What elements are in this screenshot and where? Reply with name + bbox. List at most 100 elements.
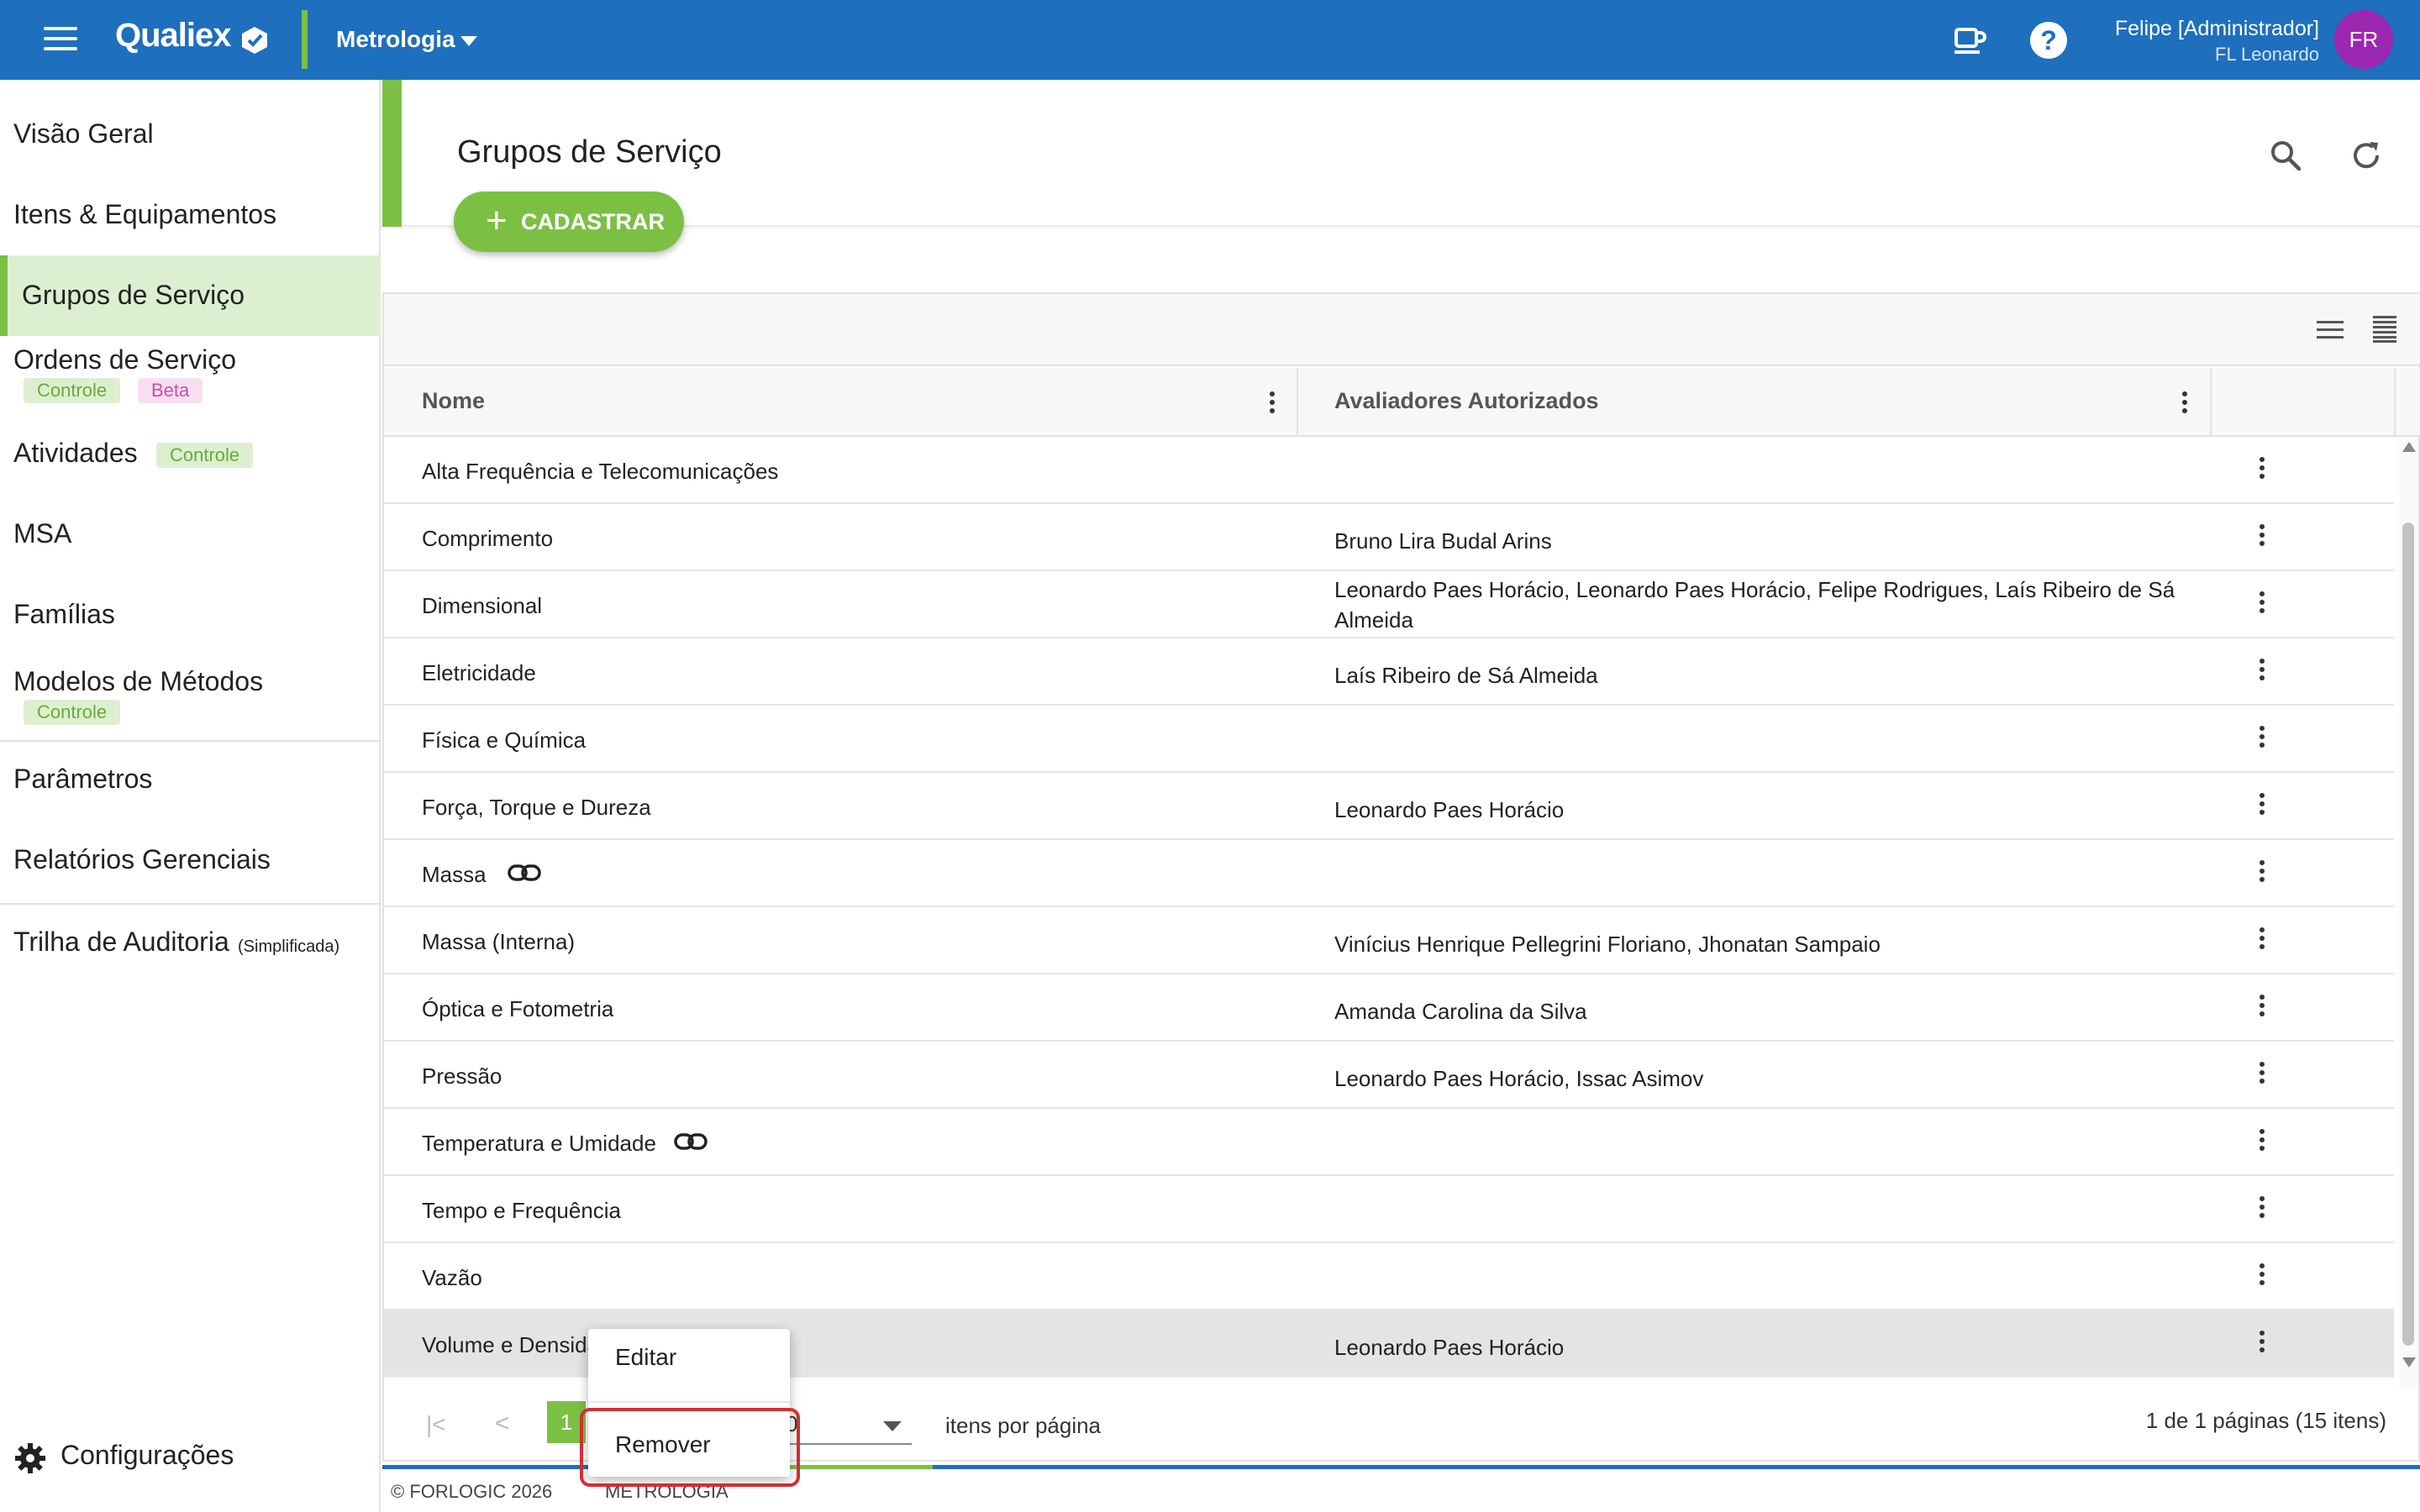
user-company[interactable]: FL Leonardo xyxy=(2215,44,2319,66)
row-actions-icon[interactable] xyxy=(2260,659,2265,684)
density-compact-icon[interactable] xyxy=(2317,319,2344,341)
link-icon[interactable] xyxy=(674,1132,708,1151)
menu-icon[interactable] xyxy=(44,27,77,52)
row-actions-icon[interactable] xyxy=(2260,1129,2265,1154)
sidebar-item-ordens-servico[interactable]: Ordens de Serviço Controle Beta xyxy=(0,336,381,417)
service-groups-grid: Nome Avaliadores Autorizados Alta Frequê… xyxy=(382,292,2420,1462)
table-row[interactable]: Eletricidade Laís Ribeiro de Sá Almeida xyxy=(384,638,2394,706)
sidebar-item-grupos-servico[interactable]: Grupos de Serviço xyxy=(0,255,381,336)
row-actions-icon[interactable] xyxy=(2260,457,2265,482)
column-menu-icon[interactable] xyxy=(2182,391,2187,417)
sidebar-item-relatorios[interactable]: Relatórios Gerenciais xyxy=(0,837,381,918)
cell-name: Volume e Densida xyxy=(422,1332,600,1357)
scroll-down-icon[interactable] xyxy=(2402,1357,2416,1368)
link-icon[interactable] xyxy=(508,864,541,882)
header-shadow xyxy=(402,225,2420,230)
user-name[interactable]: Felipe [Administrador] xyxy=(2115,17,2319,41)
logo-mark-icon xyxy=(242,27,267,54)
table-row[interactable]: Pressão Leonardo Paes Horácio, Issac Asi… xyxy=(384,1042,2394,1109)
cell-name: Pressão xyxy=(422,1063,502,1089)
column-divider[interactable] xyxy=(1297,368,1298,437)
row-actions-icon[interactable] xyxy=(2260,1331,2265,1356)
app-logo[interactable]: Qualiex xyxy=(115,17,232,55)
page-size-select[interactable]: 0 xyxy=(786,1411,912,1445)
top-bar: Qualiex Metrologia ? Felipe [Administrad… xyxy=(0,0,2420,80)
sidebar-item-label: Itens & Equipamentos xyxy=(13,199,277,229)
row-actions-icon[interactable] xyxy=(2260,726,2265,751)
cell-evaluators: Leonardo Paes Horácio xyxy=(1334,1335,1565,1360)
cell-evaluators: Vinícius Henrique Pellegrini Floriano, J… xyxy=(1334,932,1881,957)
module-selector[interactable]: Metrologia xyxy=(336,26,455,53)
sidebar-item-label: Atividades xyxy=(13,438,138,468)
cell-name: Comprimento xyxy=(422,526,554,551)
table-header: Nome Avaliadores Autorizados xyxy=(384,368,2420,437)
cell-evaluators: Laís Ribeiro de Sá Almeida xyxy=(1334,663,1598,688)
row-actions-icon[interactable] xyxy=(2260,927,2265,953)
row-actions-icon[interactable] xyxy=(2260,524,2265,549)
table-row[interactable]: Vazão xyxy=(384,1243,2394,1310)
sidebar-item-suffix: (Simplificada) xyxy=(238,937,340,956)
row-actions-icon[interactable] xyxy=(2260,1062,2265,1087)
table-row[interactable]: Temperatura e Umidade xyxy=(384,1109,2394,1176)
add-button[interactable]: + CADASTRAR xyxy=(454,192,684,252)
sidebar-item-visao-geral[interactable]: Visão Geral xyxy=(0,80,381,160)
menu-item-edit[interactable]: Editar xyxy=(615,1344,676,1371)
highlight-outline xyxy=(580,1408,800,1487)
table-body: Alta Frequência e Telecomunicações Compr… xyxy=(384,437,2394,1388)
row-actions-icon[interactable] xyxy=(2260,995,2265,1020)
sidebar-item-itens-equipamentos[interactable]: Itens & Equipamentos xyxy=(0,160,381,241)
cell-evaluators: Leonardo Paes Horácio, Issac Asimov xyxy=(1334,1066,1704,1091)
table-row[interactable]: Comprimento Bruno Lira Budal Arins xyxy=(384,504,2394,571)
search-icon[interactable] xyxy=(2269,139,2302,172)
scrollbar-thumb[interactable] xyxy=(2402,522,2414,1346)
row-actions-icon[interactable] xyxy=(2260,1263,2265,1289)
table-row[interactable]: Tempo e Frequência xyxy=(384,1176,2394,1243)
table-row[interactable]: Massa xyxy=(384,840,2394,907)
sidebar-item-atividades[interactable]: Atividades Controle xyxy=(0,431,381,512)
gear-icon xyxy=(15,1443,45,1473)
module-divider xyxy=(302,10,308,69)
cell-evaluators: Bruno Lira Budal Arins xyxy=(1334,528,1552,554)
cell-evaluators: Amanda Carolina da Silva xyxy=(1334,999,1587,1024)
table-row[interactable]: Óptica e Fotometria Amanda Carolina da S… xyxy=(384,974,2394,1042)
column-menu-icon[interactable] xyxy=(1270,391,1275,417)
sidebar-item-trilha-auditoria[interactable]: Trilha de Auditoria (Simplificada) xyxy=(0,920,381,1000)
sidebar-item-label: Visão Geral xyxy=(13,118,154,149)
coffee-cup-icon[interactable] xyxy=(1951,23,1986,58)
sidebar-item-label: Relatórios Gerenciais xyxy=(13,844,271,874)
chevron-down-icon[interactable] xyxy=(460,36,477,46)
prev-page-icon[interactable]: < xyxy=(495,1410,510,1438)
table-row[interactable]: Dimensional Leonardo Paes Horácio, Leona… xyxy=(384,571,2394,638)
sidebar-item-parametros[interactable]: Parâmetros xyxy=(0,757,381,837)
density-list-icon[interactable] xyxy=(2373,316,2396,343)
column-divider[interactable] xyxy=(2210,368,2212,437)
scroll-up-icon[interactable] xyxy=(2402,442,2416,452)
sidebar-item-modelos-metodos[interactable]: Modelos de Métodos Controle xyxy=(0,659,381,740)
table-row[interactable]: Alta Frequência e Telecomunicações xyxy=(384,437,2394,504)
refresh-icon[interactable] xyxy=(2349,139,2383,172)
chevron-down-icon xyxy=(883,1421,902,1431)
table-row[interactable]: Força, Torque e Dureza Leonardo Paes Hor… xyxy=(384,773,2394,840)
cell-name: Alta Frequência e Telecomunicações xyxy=(422,459,779,484)
cell-name: Massa xyxy=(422,862,487,887)
row-actions-icon[interactable] xyxy=(2260,860,2265,885)
sidebar-item-msa[interactable]: MSA xyxy=(0,512,381,592)
sidebar-item-label: Ordens de Serviço xyxy=(13,344,237,375)
cell-name: Tempo e Frequência xyxy=(422,1198,622,1223)
column-header-nome[interactable]: Nome xyxy=(422,388,485,414)
column-header-avaliadores[interactable]: Avaliadores Autorizados xyxy=(1334,388,1599,414)
avatar[interactable]: FR xyxy=(2334,10,2393,69)
badge-beta: Beta xyxy=(138,378,203,403)
row-actions-icon[interactable] xyxy=(2260,591,2265,617)
sidebar: Visão Geral Itens & Equipamentos Grupos … xyxy=(0,80,381,1512)
help-icon[interactable]: ? xyxy=(2030,22,2067,59)
table-row[interactable]: Física e Química xyxy=(384,706,2394,773)
cell-name: Temperatura e Umidade xyxy=(422,1131,656,1156)
page-title: Grupos de Serviço xyxy=(457,134,722,170)
row-actions-icon[interactable] xyxy=(2260,1196,2265,1221)
copyright: © FORLOGIC 2026 xyxy=(391,1481,553,1502)
first-page-icon[interactable]: |< xyxy=(426,1411,446,1438)
table-row[interactable]: Massa (Interna) Vinícius Henrique Pelleg… xyxy=(384,907,2394,974)
page-size-label: itens por página xyxy=(945,1413,1102,1438)
row-actions-icon[interactable] xyxy=(2260,793,2265,818)
